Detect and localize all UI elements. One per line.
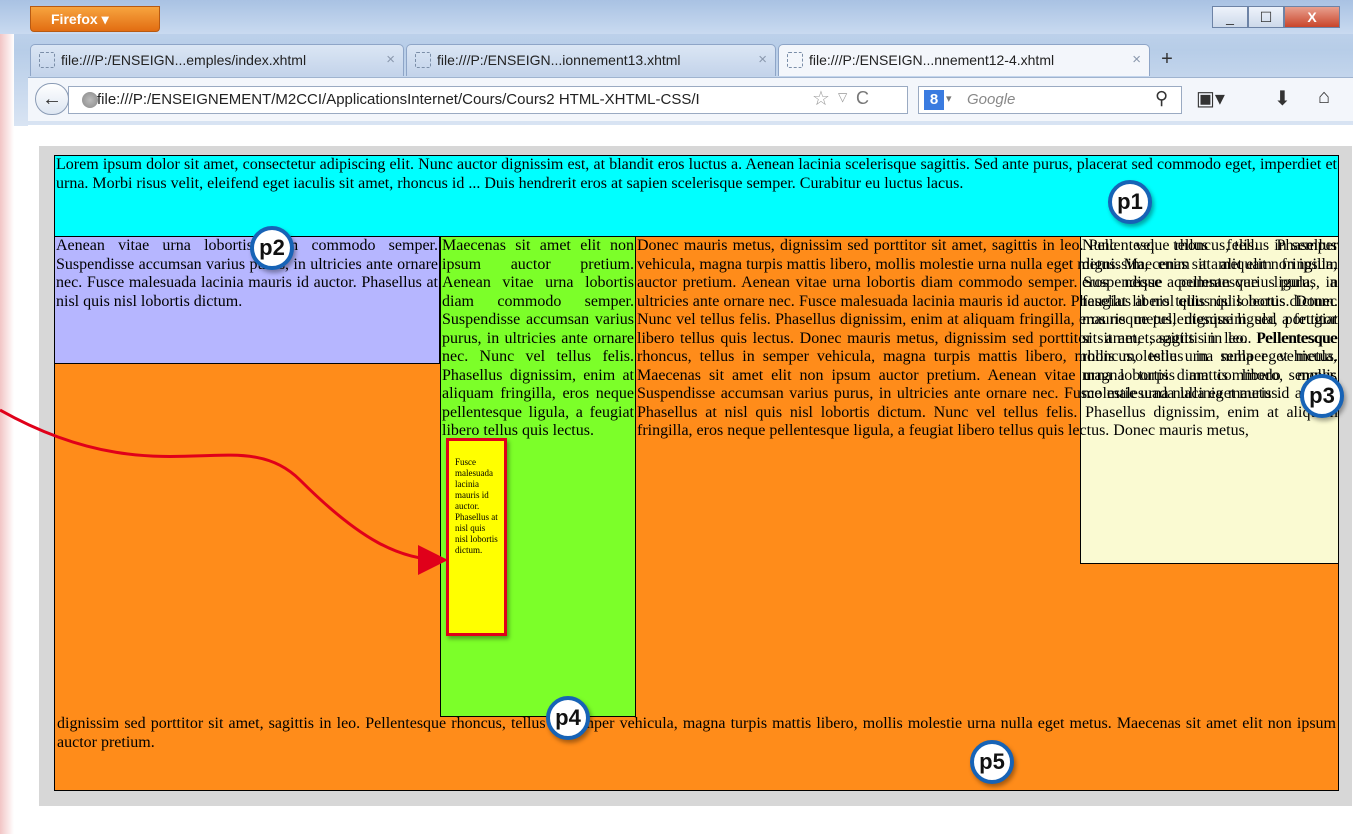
block-p2: Aenean vitae urna lobortis diam commodo … [54,236,440,364]
home-icon[interactable]: ⌂ [1318,86,1330,109]
tab-title: file:///P:/ENSEIGN...nnement12-4.xhtml [809,52,1055,68]
new-tab-button[interactable]: + [1152,44,1182,76]
search-icon[interactable]: ⚲ [1155,88,1168,109]
tab-close-icon[interactable]: × [1132,45,1141,75]
tab-title: file:///P:/ENSEIGN...emples/index.xhtml [61,52,307,68]
page-icon [39,52,55,68]
title-bar [0,0,1353,34]
back-icon: ← [42,88,62,110]
google-icon[interactable]: 8 [924,90,944,110]
callout-p4: p4 [546,696,590,740]
page-icon [415,52,431,68]
close-icon: X [1307,9,1317,25]
page-icon [787,52,803,68]
callout-p2: p2 [250,226,294,270]
tab-index[interactable]: file:///P:/ENSEIGN...emples/index.xhtml … [30,44,404,76]
block-p5-text-continued: dignissim sed porttitor sit amet, sagitt… [57,715,1336,751]
maximize-button[interactable]: ☐ [1248,6,1284,28]
url-bar[interactable]: file:///P:/ENSEIGNEMENT/M2CCI/Applicatio… [68,86,908,114]
back-button[interactable]: ← [35,83,69,115]
callout-p1: p1 [1108,180,1152,224]
left-window-edge [0,34,14,834]
firefox-menu-label: Firefox [51,11,98,27]
globe-icon [82,92,98,108]
bookmarks-icon[interactable]: ▣▾ [1196,86,1225,111]
tab-close-icon[interactable]: × [758,45,767,75]
block-p5-text: Donec mauris metus, dignissim sed portti… [637,237,1338,439]
tab-positionnement12-4[interactable]: file:///P:/ENSEIGN...nnement12-4.xhtml × [778,44,1150,76]
minimize-icon: _ [1226,9,1234,25]
search-engine-dropdown-icon[interactable]: ▾ [946,92,952,105]
star-icon[interactable]: ☆ [812,86,830,111]
callout-p3: p3 [1300,374,1344,418]
search-input[interactable]: Google [918,86,1182,114]
download-icon[interactable]: ⬇ [1274,86,1291,111]
close-window-button[interactable]: X [1284,6,1340,28]
firefox-menu-button[interactable]: Firefox ▾ [30,6,160,32]
chevron-down-icon: ▾ [101,11,109,27]
tab-positionnement13[interactable]: file:///P:/ENSEIGN...ionnement13.xhtml × [406,44,776,76]
maximize-icon: ☐ [1259,9,1273,25]
tab-title: file:///P:/ENSEIGN...ionnement13.xhtml [437,52,681,68]
minimize-button[interactable]: _ [1212,6,1248,28]
tab-close-icon[interactable]: × [386,45,395,75]
block-p6-floated: Fusce malesuada lacinia mauris id auctor… [446,438,507,636]
history-dropdown-icon[interactable]: ▽ [838,90,847,104]
reload-icon[interactable]: C [856,88,869,109]
callout-p5: p5 [970,740,1014,784]
